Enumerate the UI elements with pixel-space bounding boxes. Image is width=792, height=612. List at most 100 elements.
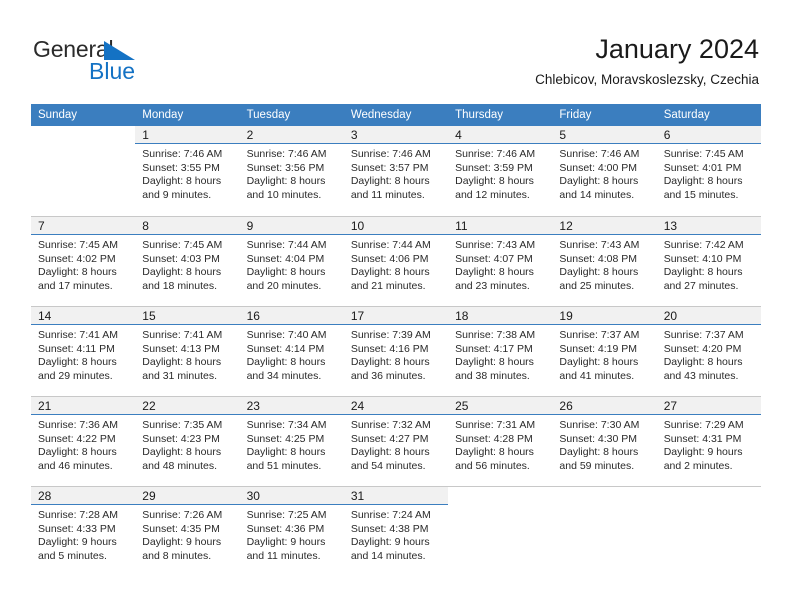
day-cell[interactable]: 24 Sunrise: 7:32 AM Sunset: 4:27 PM Dayligh… xyxy=(343,396,449,486)
sunrise-text: Sunrise: 7:24 AM xyxy=(350,509,431,521)
daylight-text-line1: Daylight: 8 hours xyxy=(455,266,534,278)
daylight-text-line2: and 10 minutes. xyxy=(246,188,322,201)
day-number: 9 xyxy=(246,219,254,233)
day-cell[interactable]: 3 Sunrise: 7:46 AM Sunset: 3:57 PM Daylight… xyxy=(343,126,449,216)
day-cell-details: Sunrise: 7:45 AM Sunset: 4:02 PM Daylight:… xyxy=(31,235,135,293)
day-cell-container: 24 Sunrise: 7:32 AM Sunset: 4:27 PM Dayligh… xyxy=(343,396,449,486)
day-cell[interactable]: 12 Sunrise: 7:43 AM Sunset: 4:08 PM Dayligh… xyxy=(552,216,657,306)
day-cell-details: Sunrise: 7:38 AM Sunset: 4:17 PM Daylight:… xyxy=(448,325,552,383)
sunset-text: Sunset: 4:36 PM xyxy=(246,522,325,535)
day-cell-details: Sunrise: 7:46 AM Sunset: 3:59 PM Daylight:… xyxy=(448,144,552,202)
day-cell[interactable]: 4 Sunrise: 7:46 AM Sunset: 3:59 PM Daylight… xyxy=(448,126,553,216)
sunset-text: Sunset: 3:55 PM xyxy=(142,161,220,174)
day-cell[interactable]: 22 Sunrise: 7:35 AM Sunset: 4:23 PM Dayligh… xyxy=(135,396,240,486)
day-cell-container: 2 Sunrise: 7:46 AM Sunset: 3:56 PM Daylight… xyxy=(239,126,344,216)
sunrise-text: Sunrise: 7:40 AM xyxy=(246,329,327,341)
day-number-band: 20 xyxy=(656,307,761,325)
sunrise-text: Sunrise: 7:43 AM xyxy=(455,239,536,251)
day-cell[interactable]: 7 Sunrise: 7:45 AM Sunset: 4:02 PM Daylight… xyxy=(31,216,136,306)
sunset-text: Sunset: 4:08 PM xyxy=(559,252,638,265)
weekday-header-saturday: Saturday xyxy=(656,104,761,126)
day-cell-container: 30 Sunrise: 7:25 AM Sunset: 4:36 PM Dayligh… xyxy=(239,486,344,576)
day-number-band: 10 xyxy=(343,217,449,235)
sunrise-text: Sunrise: 7:38 AM xyxy=(455,329,536,341)
day-number-band: 7 xyxy=(31,217,136,235)
weekday-header-monday: Monday xyxy=(135,104,240,126)
day-cell-container: 19 Sunrise: 7:37 AM Sunset: 4:19 PM Dayligh… xyxy=(552,306,657,396)
day-number: 21 xyxy=(38,399,52,413)
day-cell[interactable]: 27 Sunrise: 7:29 AM Sunset: 4:31 PM Dayligh… xyxy=(656,396,761,486)
sunset-text: Sunset: 4:13 PM xyxy=(142,342,220,355)
day-cell-container: 6 Sunrise: 7:45 AM Sunset: 4:01 PM Daylight… xyxy=(656,126,761,216)
week-row: 7 Sunrise: 7:45 AM Sunset: 4:02 PM Daylight… xyxy=(31,216,761,306)
day-cell[interactable]: 11 Sunrise: 7:43 AM Sunset: 4:07 PM Dayligh… xyxy=(448,216,553,306)
day-cell-details: Sunrise: 7:26 AM Sunset: 4:35 PM Daylight:… xyxy=(135,505,239,563)
sunset-text: Sunset: 4:25 PM xyxy=(246,432,325,445)
day-cell[interactable]: 5 Sunrise: 7:46 AM Sunset: 4:00 PM Daylight… xyxy=(552,126,657,216)
sunset-text: Sunset: 4:17 PM xyxy=(455,342,533,355)
day-cell-container: 28 Sunrise: 7:28 AM Sunset: 4:33 PM Dayligh… xyxy=(31,486,136,576)
day-number-band: 3 xyxy=(343,126,449,144)
week-row: 14 Sunrise: 7:41 AM Sunset: 4:11 PM Dayligh… xyxy=(31,306,761,396)
daylight-text-line2: and 48 minutes. xyxy=(142,459,217,472)
day-number: 28 xyxy=(38,489,52,503)
sunrise-text: Sunrise: 7:46 AM xyxy=(559,148,640,160)
day-cell[interactable]: 23 Sunrise: 7:34 AM Sunset: 4:25 PM Dayligh… xyxy=(239,396,344,486)
day-cell-details: Sunrise: 7:40 AM Sunset: 4:14 PM Daylight:… xyxy=(240,325,344,383)
day-cell[interactable]: 31 Sunrise: 7:24 AM Sunset: 4:38 PM Dayligh… xyxy=(343,486,449,576)
day-cell[interactable]: 6 Sunrise: 7:45 AM Sunset: 4:01 PM Daylight… xyxy=(656,126,761,216)
sunset-text: Sunset: 4:10 PM xyxy=(663,252,742,265)
daylight-text-line1: Daylight: 8 hours xyxy=(246,266,326,278)
day-cell[interactable]: 30 Sunrise: 7:25 AM Sunset: 4:36 PM Dayligh… xyxy=(239,486,344,576)
day-cell[interactable]: 14 Sunrise: 7:41 AM Sunset: 4:11 PM Dayligh… xyxy=(31,306,136,396)
day-cell[interactable]: 15 Sunrise: 7:41 AM Sunset: 4:13 PM Dayligh… xyxy=(135,306,240,396)
day-cell[interactable]: 8 Sunrise: 7:45 AM Sunset: 4:03 PM Daylight… xyxy=(135,216,240,306)
sunset-text: Sunset: 4:11 PM xyxy=(38,342,115,355)
day-number-band: 12 xyxy=(552,217,657,235)
daylight-text-line1: Daylight: 8 hours xyxy=(350,446,430,458)
day-cell[interactable]: 9 Sunrise: 7:44 AM Sunset: 4:04 PM Daylight… xyxy=(239,216,344,306)
day-cell[interactable]: 16 Sunrise: 7:40 AM Sunset: 4:14 PM Dayligh… xyxy=(239,306,344,396)
day-cell[interactable]: 1 Sunrise: 7:46 AM Sunset: 3:55 PM Daylight… xyxy=(135,126,240,216)
day-cell[interactable]: 10 Sunrise: 7:44 AM Sunset: 4:06 PM Dayligh… xyxy=(343,216,449,306)
day-cell-empty xyxy=(31,126,136,216)
day-cell[interactable]: 21 Sunrise: 7:36 AM Sunset: 4:22 PM Dayligh… xyxy=(31,396,136,486)
day-number-band: 9 xyxy=(239,217,344,235)
day-cell-container: 15 Sunrise: 7:41 AM Sunset: 4:13 PM Dayligh… xyxy=(135,306,240,396)
general-blue-logo[interactable]: General Blue xyxy=(33,36,213,88)
day-cell-details: Sunrise: 7:24 AM Sunset: 4:38 PM Daylight:… xyxy=(344,505,448,563)
page-subtitle: Chlebicov, Moravskoslezsky, Czechia xyxy=(535,72,759,87)
sunrise-text: Sunrise: 7:41 AM xyxy=(38,329,118,341)
day-number-band: 31 xyxy=(343,487,449,505)
day-number: 23 xyxy=(246,399,260,413)
day-cell[interactable]: 25 Sunrise: 7:31 AM Sunset: 4:28 PM Dayligh… xyxy=(448,396,553,486)
day-cell[interactable]: 28 Sunrise: 7:28 AM Sunset: 4:33 PM Dayligh… xyxy=(31,486,136,576)
day-number-band: 18 xyxy=(448,307,553,325)
sunrise-text: Sunrise: 7:45 AM xyxy=(38,239,118,251)
day-cell-container: 7 Sunrise: 7:45 AM Sunset: 4:02 PM Daylight… xyxy=(31,216,136,306)
day-cell-container: 23 Sunrise: 7:34 AM Sunset: 4:25 PM Dayligh… xyxy=(239,396,344,486)
daylight-text-line1: Daylight: 8 hours xyxy=(38,446,117,458)
day-cell[interactable]: 18 Sunrise: 7:38 AM Sunset: 4:17 PM Dayligh… xyxy=(448,306,553,396)
day-cell[interactable]: 17 Sunrise: 7:39 AM Sunset: 4:16 PM Dayligh… xyxy=(343,306,449,396)
day-cell[interactable]: 29 Sunrise: 7:26 AM Sunset: 4:35 PM Dayligh… xyxy=(135,486,240,576)
sunset-text: Sunset: 3:56 PM xyxy=(246,161,325,174)
day-cell[interactable]: 13 Sunrise: 7:42 AM Sunset: 4:10 PM Dayligh… xyxy=(656,216,761,306)
day-cell[interactable]: 26 Sunrise: 7:30 AM Sunset: 4:30 PM Dayligh… xyxy=(552,396,657,486)
day-cell-details: Sunrise: 7:42 AM Sunset: 4:10 PM Daylight:… xyxy=(657,235,761,293)
day-cell[interactable]: 19 Sunrise: 7:37 AM Sunset: 4:19 PM Dayligh… xyxy=(552,306,657,396)
daylight-text-line2: and 34 minutes. xyxy=(246,369,322,382)
daylight-text-line1: Daylight: 8 hours xyxy=(246,356,326,368)
day-cell[interactable]: 2 Sunrise: 7:46 AM Sunset: 3:56 PM Daylight… xyxy=(239,126,344,216)
day-number: 18 xyxy=(455,309,469,323)
sunset-text: Sunset: 4:38 PM xyxy=(350,522,429,535)
daylight-text-line1: Daylight: 9 hours xyxy=(663,446,743,458)
sunrise-text: Sunrise: 7:44 AM xyxy=(246,239,327,251)
day-number-band: 27 xyxy=(656,397,761,415)
day-number: 19 xyxy=(559,309,573,323)
weekday-header-thursday: Thursday xyxy=(448,104,553,126)
day-cell-container: 14 Sunrise: 7:41 AM Sunset: 4:11 PM Dayligh… xyxy=(31,306,136,396)
daylight-text-line1: Daylight: 8 hours xyxy=(38,356,117,368)
day-cell[interactable]: 20 Sunrise: 7:37 AM Sunset: 4:20 PM Dayligh… xyxy=(656,306,761,396)
page-title: January 2024 xyxy=(595,34,759,64)
